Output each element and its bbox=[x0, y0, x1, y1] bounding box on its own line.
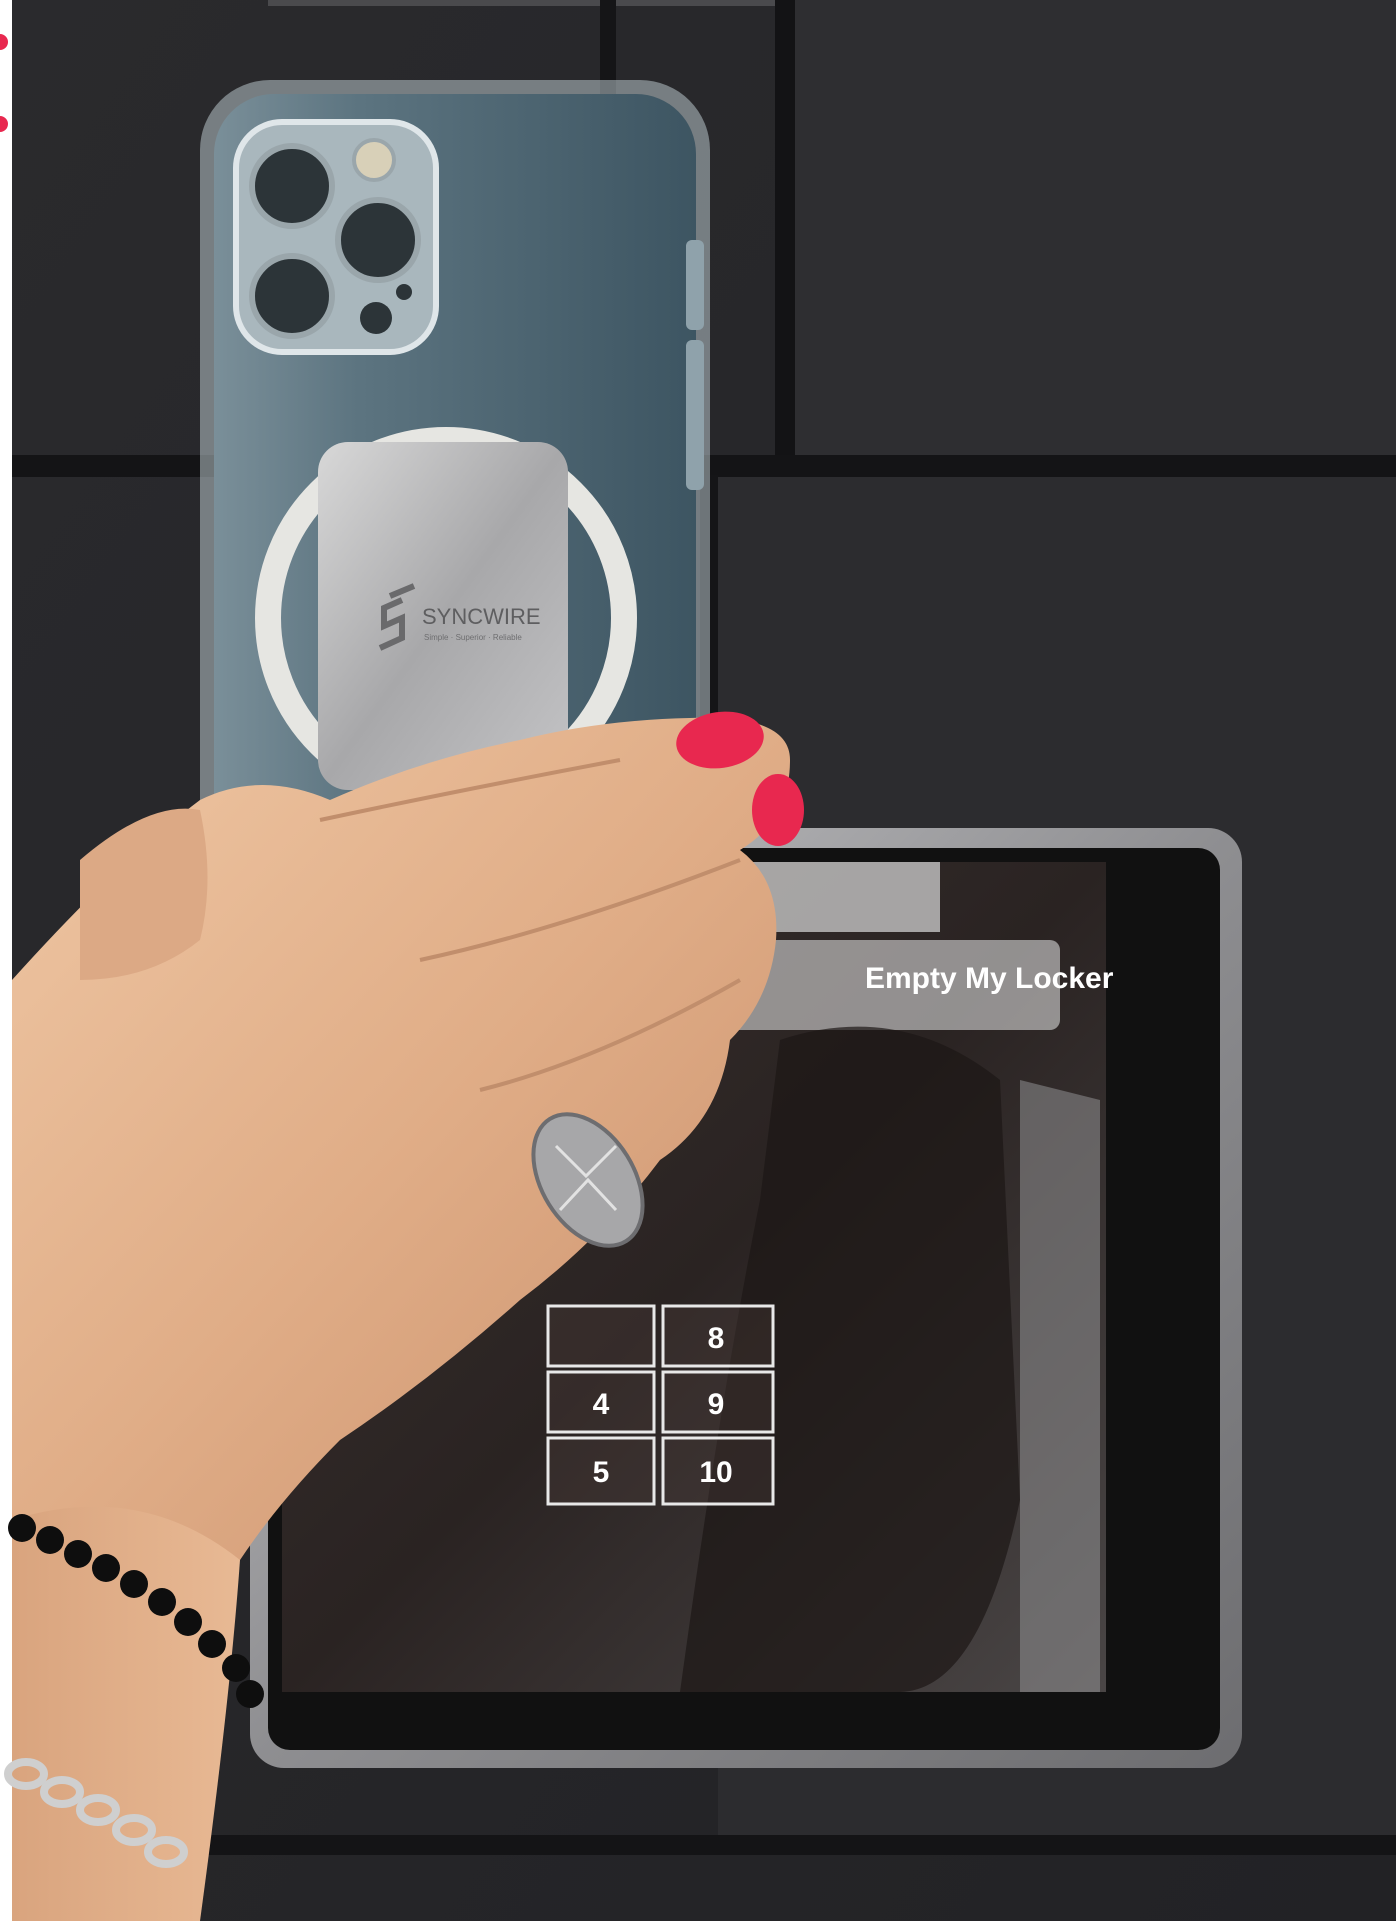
wrist bbox=[12, 1506, 240, 1921]
camera-lens-icon bbox=[249, 253, 335, 339]
screen-glare bbox=[1020, 1080, 1100, 1692]
lidar-icon bbox=[360, 302, 392, 334]
photo-illustration: Empty My Locker 8 4 9 5 10 SYNCWIRE Simp… bbox=[0, 0, 1396, 1921]
keypad-label: 8 bbox=[708, 1322, 725, 1355]
camera-lens-icon bbox=[335, 197, 421, 283]
photo-scene: Empty My Locker 8 4 9 5 10 SYNCWIRE Simp… bbox=[0, 0, 1396, 1921]
keypad-label: 10 bbox=[699, 1456, 732, 1489]
keypad-key[interactable] bbox=[546, 1304, 656, 1368]
keypad-label: 9 bbox=[708, 1388, 725, 1421]
keypad-label: 5 bbox=[593, 1456, 610, 1489]
empty-locker-label: Empty My Locker bbox=[865, 962, 1114, 995]
brand-label: SYNCWIRE bbox=[422, 604, 541, 629]
side-button bbox=[686, 340, 704, 490]
flash-icon bbox=[352, 138, 396, 182]
microphone-icon bbox=[396, 284, 412, 300]
side-button bbox=[686, 240, 704, 330]
nail bbox=[752, 774, 804, 846]
keypad-label: 4 bbox=[593, 1388, 610, 1421]
left-border bbox=[0, 0, 12, 1921]
camera-lens-icon bbox=[249, 143, 335, 229]
brand-tagline: Simple · Superior · Reliable bbox=[424, 633, 522, 642]
locker-door-top-right bbox=[795, 0, 1396, 455]
